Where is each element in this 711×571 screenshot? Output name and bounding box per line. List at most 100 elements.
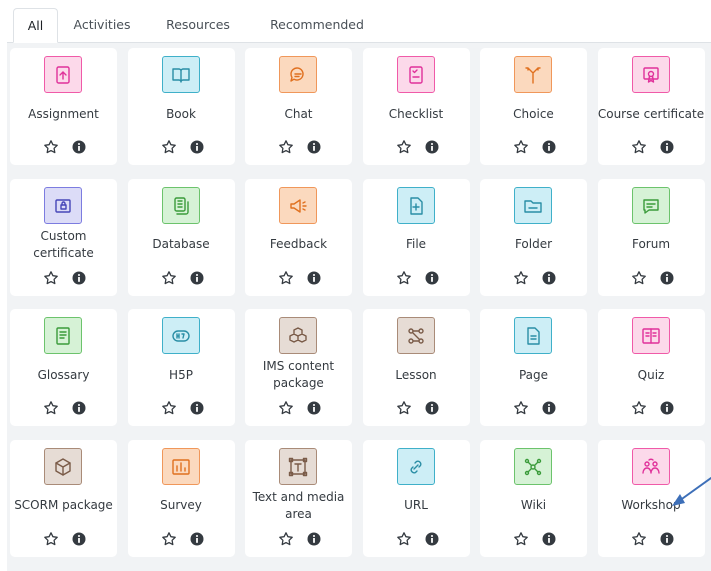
module-card-wiki[interactable]: Wiki (480, 439, 587, 557)
module-name[interactable]: Page (480, 355, 587, 395)
module-name[interactable]: Custom certificate (10, 225, 117, 265)
module-card-workshop[interactable]: Workshop (597, 439, 705, 557)
star-icon[interactable] (513, 400, 529, 416)
forum-icon[interactable] (631, 186, 670, 224)
module-name[interactable]: Workshop (598, 486, 705, 526)
assignment-icon[interactable] (44, 56, 82, 93)
info-icon[interactable] (424, 531, 440, 547)
tab-recommended[interactable]: Recommended (259, 8, 375, 41)
feedback-icon[interactable] (279, 186, 317, 224)
module-card-folder[interactable]: Folder (480, 178, 587, 296)
workshop-icon[interactable] (631, 447, 670, 485)
text-media-icon[interactable] (279, 447, 317, 485)
lesson-icon[interactable] (396, 317, 435, 354)
course-certificate-icon[interactable] (631, 56, 670, 93)
module-card-text-media[interactable]: Text and media area (245, 439, 352, 557)
info-icon[interactable] (424, 400, 440, 416)
info-icon[interactable] (659, 270, 675, 286)
glossary-icon[interactable] (44, 317, 82, 354)
info-icon[interactable] (659, 531, 675, 547)
info-icon[interactable] (71, 139, 87, 155)
info-icon[interactable] (424, 270, 440, 286)
star-icon[interactable] (43, 531, 59, 547)
star-icon[interactable] (513, 270, 529, 286)
info-icon[interactable] (189, 139, 205, 155)
module-name[interactable]: URL (363, 486, 470, 526)
module-name[interactable]: Forum (598, 225, 705, 265)
star-icon[interactable] (631, 139, 647, 155)
info-icon[interactable] (71, 531, 87, 547)
info-icon[interactable] (541, 270, 557, 286)
info-icon[interactable] (541, 139, 557, 155)
module-name[interactable]: Quiz (598, 355, 705, 395)
star-icon[interactable] (513, 139, 529, 155)
module-name[interactable]: Survey (128, 486, 235, 526)
star-icon[interactable] (43, 400, 59, 416)
info-icon[interactable] (659, 139, 675, 155)
module-card-chat[interactable]: Chat (245, 48, 352, 165)
module-name[interactable]: Folder (480, 225, 587, 265)
module-card-assignment[interactable]: Assignment (10, 48, 117, 165)
module-card-custom-certificate[interactable]: Custom certificate (10, 178, 117, 296)
custom-certificate-icon[interactable] (44, 186, 82, 224)
url-icon[interactable] (396, 447, 435, 485)
module-card-book[interactable]: Book (127, 48, 235, 165)
module-name[interactable]: Chat (245, 94, 352, 134)
module-card-page[interactable]: Page (480, 309, 587, 426)
info-icon[interactable] (189, 270, 205, 286)
module-card-h5p[interactable]: H5P (127, 309, 235, 426)
module-card-glossary[interactable]: Glossary (10, 309, 117, 426)
module-card-url[interactable]: URL (362, 439, 470, 557)
checklist-icon[interactable] (396, 56, 435, 93)
info-icon[interactable] (71, 400, 87, 416)
module-name[interactable]: File (363, 225, 470, 265)
star-icon[interactable] (278, 400, 294, 416)
star-icon[interactable] (396, 270, 412, 286)
info-icon[interactable] (189, 400, 205, 416)
book-icon[interactable] (161, 56, 200, 93)
module-name[interactable]: Wiki (480, 486, 587, 526)
file-icon[interactable] (396, 186, 435, 224)
module-name[interactable]: Book (128, 94, 235, 134)
star-icon[interactable] (161, 139, 177, 155)
module-name[interactable]: Feedback (245, 225, 352, 265)
folder-icon[interactable] (514, 186, 552, 224)
info-icon[interactable] (71, 270, 87, 286)
module-card-quiz[interactable]: Quiz (597, 309, 705, 426)
module-name[interactable]: Choice (480, 94, 587, 134)
module-card-choice[interactable]: Choice (480, 48, 587, 165)
wiki-icon[interactable] (514, 447, 552, 485)
star-icon[interactable] (161, 531, 177, 547)
module-name[interactable]: H5P (128, 355, 235, 395)
star-icon[interactable] (396, 531, 412, 547)
star-icon[interactable] (278, 531, 294, 547)
module-card-ims-package[interactable]: IMS content package (245, 309, 352, 426)
module-name[interactable]: Text and media area (245, 486, 352, 526)
tab-activities[interactable]: Activities (62, 8, 142, 41)
database-icon[interactable] (161, 186, 200, 224)
star-icon[interactable] (278, 270, 294, 286)
quiz-icon[interactable] (631, 317, 670, 354)
info-icon[interactable] (306, 270, 322, 286)
star-icon[interactable] (631, 400, 647, 416)
info-icon[interactable] (424, 139, 440, 155)
module-name[interactable]: IMS content package (245, 355, 352, 395)
module-card-lesson[interactable]: Lesson (362, 309, 470, 426)
info-icon[interactable] (306, 531, 322, 547)
star-icon[interactable] (43, 139, 59, 155)
star-icon[interactable] (631, 531, 647, 547)
choice-icon[interactable] (514, 56, 552, 93)
star-icon[interactable] (278, 139, 294, 155)
module-card-course-certificate[interactable]: Course certificate (597, 48, 705, 165)
module-card-database[interactable]: Database (127, 178, 235, 296)
module-name[interactable]: Lesson (363, 355, 470, 395)
ims-package-icon[interactable] (279, 317, 317, 354)
module-name[interactable]: Checklist (363, 94, 470, 134)
star-icon[interactable] (631, 270, 647, 286)
chat-icon[interactable] (279, 56, 317, 93)
info-icon[interactable] (189, 531, 205, 547)
h5p-icon[interactable] (161, 317, 200, 354)
tab-resources[interactable]: Resources (155, 8, 241, 41)
star-icon[interactable] (161, 400, 177, 416)
module-card-checklist[interactable]: Checklist (362, 48, 470, 165)
